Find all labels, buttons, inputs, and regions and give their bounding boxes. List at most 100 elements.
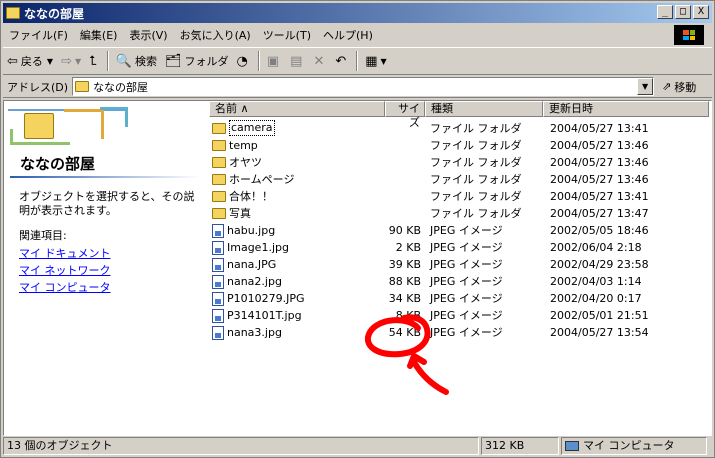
file-type: JPEG イメージ [430,241,503,254]
address-input[interactable]: ななの部屋 ▼ [72,77,655,96]
go-arrow-icon: ⇗ [662,80,672,93]
table-row[interactable]: habu.jpg 90 KB JPEG イメージ 2002/05/05 18:46 [209,222,709,239]
status-location-cell: マイ コンピュータ [561,437,707,455]
file-type: JPEG イメージ [430,224,503,237]
folder-icon [212,191,226,202]
file-name: Image1.jpg [227,241,289,254]
views-button[interactable]: ▦ ▼ [361,50,390,72]
file-name-cell: オヤツ [212,154,262,171]
copy-to-icon: ▤ [290,53,303,69]
status-bar: 13 個のオブジェクト 312 KB マイ コンピュータ [3,437,712,456]
table-row[interactable]: 写真 ファイル フォルダ 2004/05/27 13:47 [209,205,709,222]
file-name: 写真 [229,207,251,220]
search-icon: 🔍 [115,53,132,69]
table-row[interactable]: nana.JPG 39 KB JPEG イメージ 2002/04/29 23:58 [209,256,709,273]
history-icon: ◔ [236,53,248,69]
folder-icon [6,7,20,19]
move-to-button[interactable]: ▣ [263,50,286,72]
link-my-computer[interactable]: マイ コンピュータ [19,279,111,295]
file-type: JPEG イメージ [430,258,503,271]
link-my-documents[interactable]: マイ ドキュメント [19,245,111,261]
views-icon: ▦ [365,53,378,69]
file-type: JPEG イメージ [430,275,503,288]
column-header-type[interactable]: 種類 [425,101,543,117]
file-name-cell: nana2.jpg [212,273,282,290]
file-date: 2002/05/01 21:51 [550,309,649,322]
file-name: P1010279.JPG [227,292,305,305]
menu-bar: ファイル(F) 編集(E) 表示(V) お気に入り(A) ツール(T) ヘルプ(… [3,25,712,45]
file-date: 2004/05/27 13:54 [550,326,649,339]
address-dropdown-button[interactable]: ▼ [637,78,654,95]
menu-edit[interactable]: 編集(E) [74,27,124,43]
back-label: 戻る [20,55,43,68]
folder-icon [212,122,226,134]
column-header-date[interactable]: 更新日時 [543,101,709,117]
chevron-down-icon: ▼ [46,56,54,66]
file-type: ファイル フォルダ [430,173,522,186]
go-button[interactable]: ⇗ 移動 [662,79,696,95]
file-name: nana3.jpg [227,326,282,339]
folders-button[interactable]: 🗂 フォルダ [161,50,233,72]
file-date: 2004/05/27 13:41 [550,190,649,203]
status-size: 312 KB [481,437,559,455]
computer-icon [565,441,579,451]
delete-button[interactable]: ✕ [309,50,331,72]
file-name-cell: 合体！！ [212,188,273,205]
file-name-cell: nana3.jpg [212,324,282,341]
delete-icon: ✕ [313,53,325,69]
back-button[interactable]: ⇦ 戻る ▼ [3,50,57,72]
menu-file[interactable]: ファイル(F) [3,27,74,43]
table-row[interactable]: ホームページ ファイル フォルダ 2004/05/27 13:46 [209,171,709,188]
file-date: 2002/04/20 0:17 [550,292,642,305]
close-button[interactable]: X [693,5,709,19]
search-button[interactable]: 🔍 検索 [112,50,161,72]
table-row[interactable]: 合体！！ ファイル フォルダ 2004/05/27 13:41 [209,188,709,205]
history-button[interactable]: ◔ [233,50,255,72]
red-annotation [365,314,449,395]
menu-tools[interactable]: ツール(T) [257,27,317,43]
file-type: ファイル フォルダ [430,207,522,220]
table-row[interactable]: nana2.jpg 88 KB JPEG イメージ 2002/04/03 1:14 [209,273,709,290]
file-date: 2004/05/27 13:46 [550,156,649,169]
windows-logo-icon [674,25,704,45]
table-row[interactable]: temp ファイル フォルダ 2004/05/27 13:46 [209,137,709,154]
file-date: 2002/04/03 1:14 [550,275,642,288]
file-date: 2004/05/27 13:46 [550,173,649,186]
file-type: ファイル フォルダ [430,156,522,169]
up-folder-button[interactable]: ⮤ [85,50,104,72]
file-name-cell: Image1.jpg [212,239,289,256]
jpeg-file-icon [212,240,224,255]
file-size: 39 KB [388,258,421,271]
column-header-size[interactable]: サイズ [385,101,425,129]
window-title: ななの部屋 [24,6,85,21]
title-bar[interactable]: ななの部屋 _ □ X [3,3,712,23]
minimize-button[interactable]: _ [657,5,673,19]
file-size: 90 KB [388,224,421,237]
file-type: ファイル フォルダ [430,122,522,135]
file-name: ホームページ [229,173,295,186]
jpeg-file-icon [212,308,224,323]
column-header-name[interactable]: 名前 ∧ [209,101,385,117]
table-row[interactable]: オヤツ ファイル フォルダ 2004/05/27 13:46 [209,154,709,171]
link-my-network[interactable]: マイ ネットワーク [19,262,111,278]
jpeg-file-icon [212,325,224,340]
search-label: 検索 [134,55,157,68]
menu-view[interactable]: 表示(V) [123,27,173,43]
table-row[interactable]: P1010279.JPG 34 KB JPEG イメージ 2002/04/20 0:1… [209,290,709,307]
maximize-button[interactable]: □ [675,5,691,19]
table-row[interactable]: camera ファイル フォルダ 2004/05/27 13:41 [209,120,709,137]
address-bar: アドレス(D) ななの部屋 ▼ ⇗ 移動 [3,76,712,98]
copy-to-button[interactable]: ▤ [286,50,309,72]
forward-button[interactable]: ⇨ ▼ [57,50,85,72]
toolbar-separator [257,51,260,71]
file-name: habu.jpg [227,224,276,237]
toolbar-separator [356,51,359,71]
undo-button[interactable]: ↶ [331,50,353,72]
file-name: オヤツ [229,156,262,169]
folder-tree-icon: 🗂 [164,53,182,69]
menu-help[interactable]: ヘルプ(H) [317,27,379,43]
table-row[interactable]: Image1.jpg 2 KB JPEG イメージ 2002/06/04 2:18 [209,239,709,256]
menu-favorites[interactable]: お気に入り(A) [174,27,257,43]
folder-banner [4,101,204,151]
file-name-cell: P1010279.JPG [212,290,305,307]
